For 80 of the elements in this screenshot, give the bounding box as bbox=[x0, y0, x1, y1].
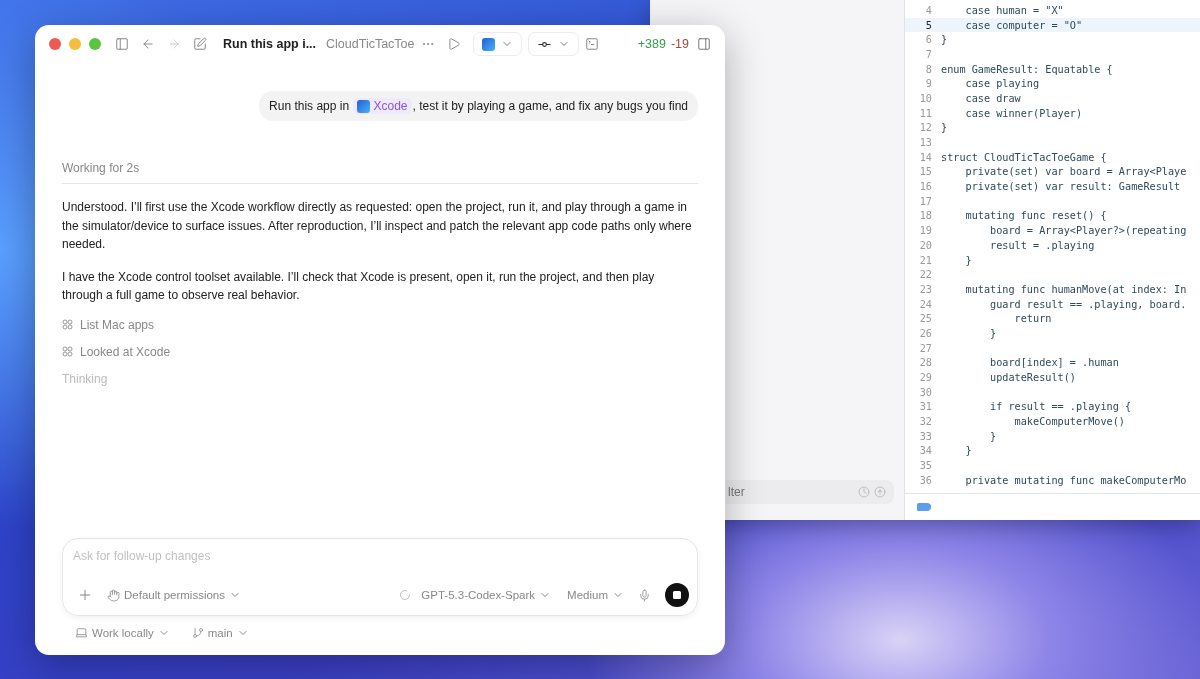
assistant-paragraph: Understood. I’ll first use the Xcode workflow directly as requested: open the project, run it, and play through a game in the simulator/device to surface issues. After reproduction, I’ll inspect and patch the relevant app code paths only where needed. bbox=[62, 199, 693, 253]
code-line: mutating func humanMove(at index: In bbox=[964, 283, 1188, 295]
code-line: guard result == .playing, board. bbox=[989, 298, 1188, 310]
model-dropdown[interactable]: GPT-5.3-Codex-Spark bbox=[415, 587, 558, 603]
location-dropdown[interactable]: Work locally bbox=[69, 624, 176, 641]
line-number: 16 bbox=[918, 181, 933, 193]
line-number: 24 bbox=[918, 298, 933, 310]
lines-removed: -19 bbox=[670, 37, 689, 51]
code-line: case winner(Player) bbox=[964, 107, 1084, 119]
line-number: 6 bbox=[924, 34, 933, 46]
code-line: board = Array<Player?>(repeating bbox=[989, 225, 1188, 237]
line-number: 23 bbox=[918, 283, 933, 295]
line-number: 32 bbox=[918, 416, 933, 428]
line-number: 8 bbox=[924, 63, 933, 75]
app-mention[interactable]: Xcode bbox=[353, 98, 412, 114]
code-line: enum GameResult: Equatable { bbox=[941, 63, 1114, 75]
code-line: } bbox=[941, 122, 949, 134]
code-line: } bbox=[941, 34, 949, 46]
effort-dropdown[interactable]: Medium bbox=[561, 587, 630, 603]
code-line: result = .playing bbox=[989, 239, 1096, 251]
line-number: 18 bbox=[918, 210, 933, 222]
line-number: 14 bbox=[918, 151, 933, 163]
line-number: 33 bbox=[918, 430, 933, 442]
line-number: 4 bbox=[924, 4, 933, 16]
working-status: Working for 2s bbox=[62, 161, 698, 184]
line-number: 13 bbox=[918, 137, 933, 149]
code-line: makeComputerMove() bbox=[1013, 416, 1126, 428]
line-number: 25 bbox=[918, 313, 933, 325]
line-number: 22 bbox=[918, 269, 933, 281]
thinking-status: Thinking bbox=[62, 371, 109, 386]
code-line: } bbox=[964, 254, 973, 266]
line-number: 26 bbox=[918, 327, 933, 339]
code-line: } bbox=[989, 430, 998, 442]
line-number: 12 bbox=[918, 122, 933, 134]
line-number: 35 bbox=[918, 460, 933, 472]
message-text: Run this app in bbox=[269, 99, 351, 113]
thread-title: Run this app i... bbox=[223, 37, 317, 51]
line-number: 34 bbox=[918, 445, 933, 457]
code-line: case draw bbox=[964, 92, 1022, 104]
tool-step[interactable]: Looked at Xcode bbox=[80, 344, 171, 359]
line-number: 27 bbox=[918, 342, 933, 354]
branch-dropdown[interactable]: main bbox=[185, 624, 255, 641]
line-number: 10 bbox=[918, 92, 933, 104]
code-line: updateResult() bbox=[989, 372, 1077, 384]
line-number: 19 bbox=[918, 225, 933, 237]
filter-field[interactable]: lter bbox=[726, 480, 894, 504]
code-line: private(set) var result: GameResult bbox=[964, 181, 1182, 193]
line-number: 5 bbox=[924, 19, 933, 31]
code-line: case human = "X" bbox=[964, 4, 1065, 16]
message-input[interactable]: Ask for follow-up changes bbox=[73, 549, 689, 563]
code-line: } bbox=[964, 445, 973, 457]
line-number: 17 bbox=[918, 195, 933, 207]
lines-added: +389 bbox=[637, 37, 666, 51]
line-number: 29 bbox=[918, 372, 933, 384]
line-number: 11 bbox=[918, 107, 933, 119]
line-number: 20 bbox=[918, 239, 933, 251]
assistant-paragraph: I have the Xcode control toolset available. I’ll check that Xcode is present, open it, run the project, and then play through a full game to observe real behavior. bbox=[62, 268, 656, 304]
message-text: , test it by playing a game, and fix any bugs you find bbox=[412, 99, 688, 113]
code-line: struct CloudTicTacToeGame { bbox=[941, 151, 1108, 163]
code-line: } bbox=[989, 327, 998, 339]
line-number: 28 bbox=[918, 357, 933, 369]
code-line: case playing bbox=[964, 78, 1041, 90]
line-number: 36 bbox=[918, 474, 933, 486]
line-number: 9 bbox=[924, 78, 933, 90]
line-number: 15 bbox=[918, 166, 933, 178]
tool-step[interactable]: List Mac apps bbox=[80, 317, 155, 332]
mention-label: Xcode bbox=[373, 99, 408, 113]
code-line: if result == .playing { bbox=[989, 401, 1133, 413]
line-number: 31 bbox=[918, 401, 933, 413]
project-name: CloudTicTacToe bbox=[326, 37, 415, 51]
permissions-dropdown[interactable]: Default permissions bbox=[101, 586, 247, 604]
code-line: board[index] = .human bbox=[989, 357, 1120, 369]
line-number: 21 bbox=[918, 254, 933, 266]
code-line: private mutating func makeComputerMo bbox=[964, 474, 1188, 486]
line-number: 7 bbox=[924, 48, 933, 60]
code-line: return bbox=[1013, 313, 1053, 325]
code-line: mutating func reset() { bbox=[964, 210, 1108, 222]
code-line: case computer = "O" bbox=[964, 19, 1084, 31]
line-number: 30 bbox=[918, 386, 933, 398]
code-line: private(set) var board = Array<Playe bbox=[964, 166, 1188, 178]
